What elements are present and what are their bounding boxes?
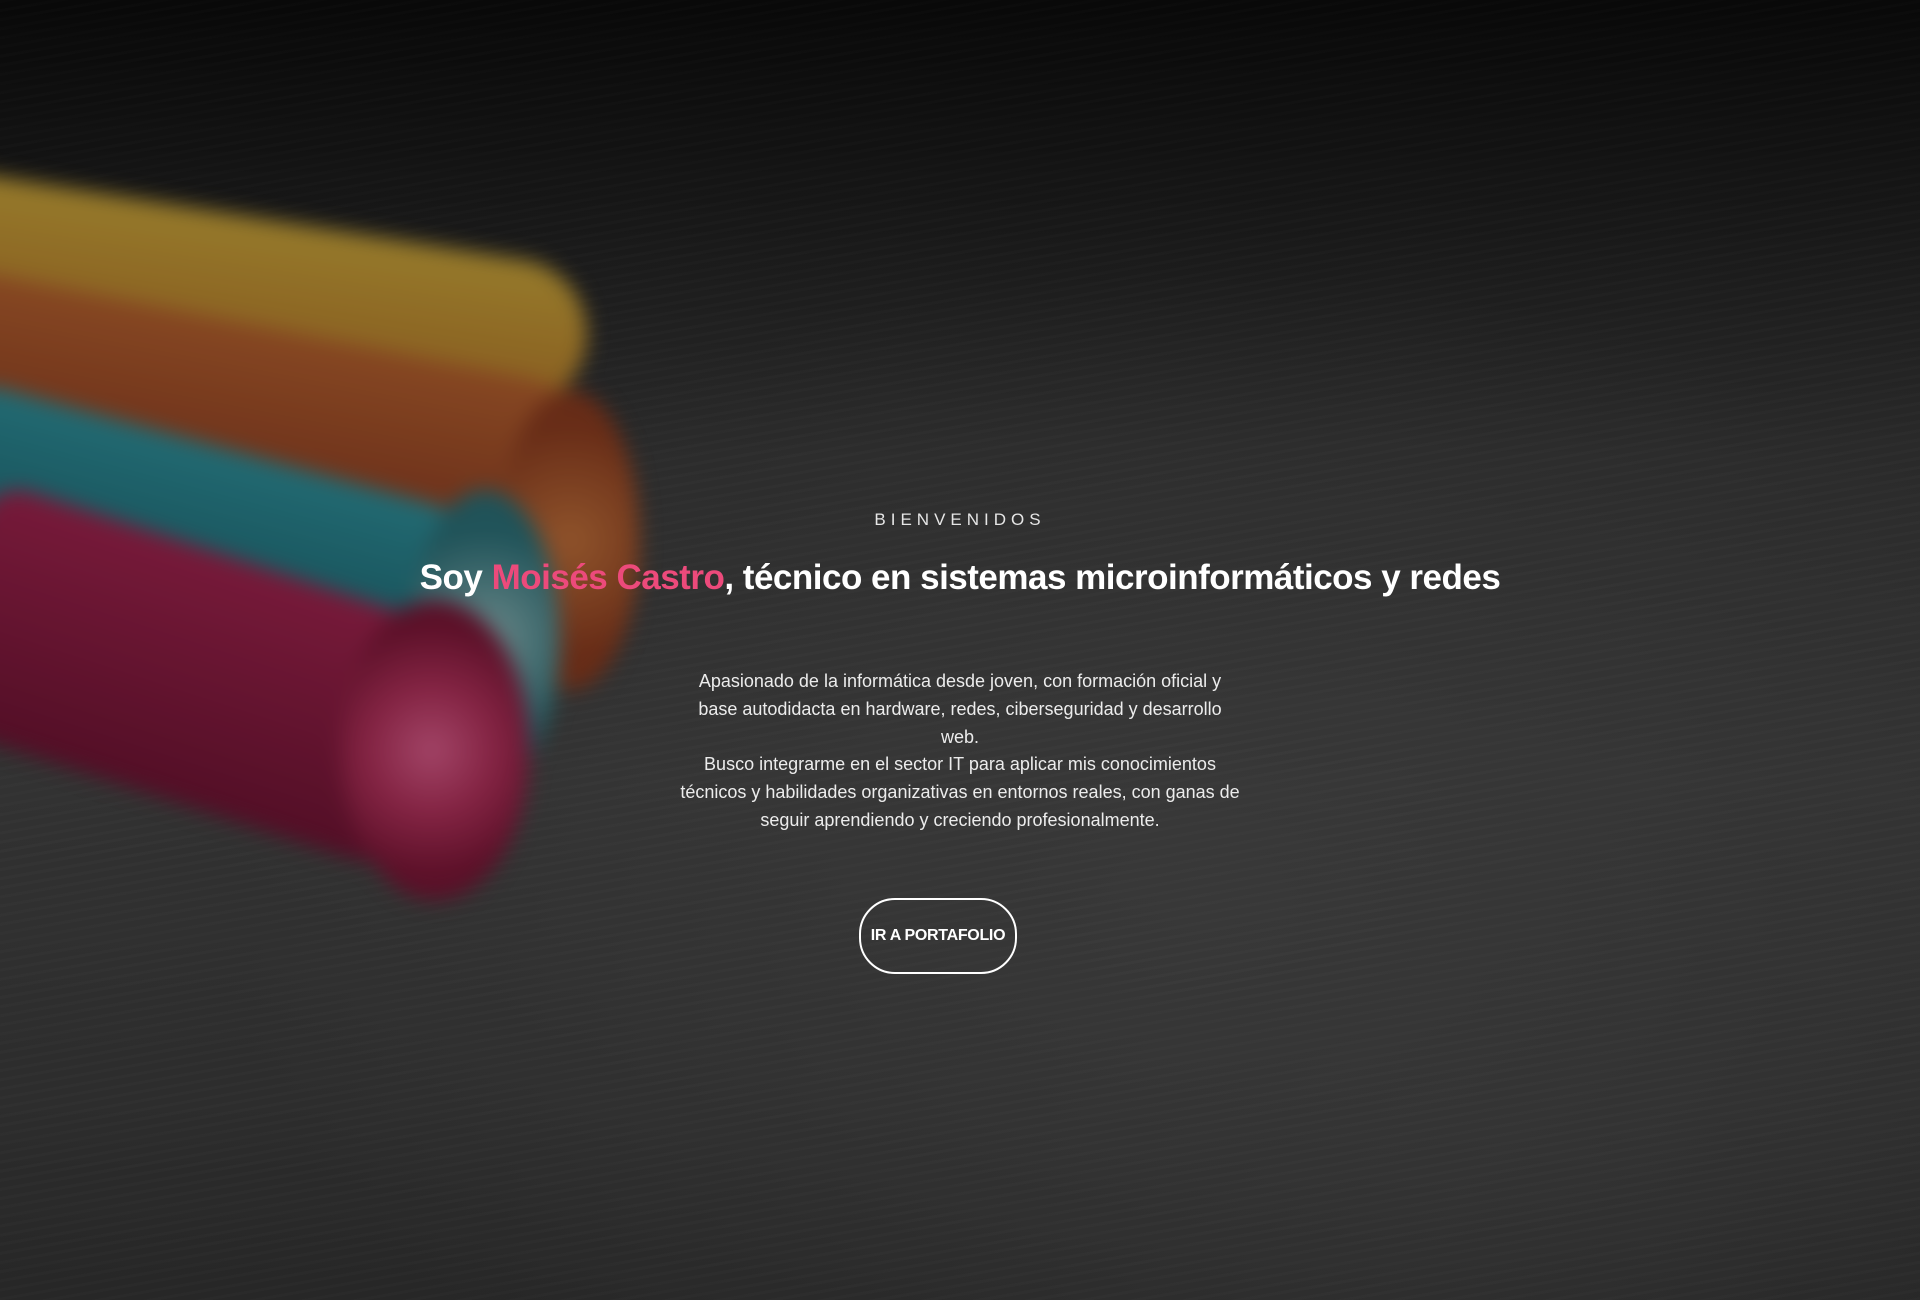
- hero-headline: Soy Moisés Castro, técnico en sistemas m…: [0, 558, 1920, 598]
- goal-paragraph: Busco integrarme en el sector IT para ap…: [680, 754, 1240, 830]
- welcome-eyebrow: BIENVENIDOS: [874, 510, 1046, 529]
- dark-overlay: [0, 0, 1920, 1300]
- portfolio-button[interactable]: IR A PORTAFOLIO: [859, 898, 1017, 974]
- headline-suffix: , técnico en sistemas microinformáticos …: [724, 558, 1501, 597]
- headline-name: Moisés Castro: [491, 558, 725, 597]
- headline-prefix: Soy: [419, 558, 492, 597]
- intro-paragraph: Apasionado de la informática desde joven…: [698, 671, 1222, 747]
- hero-section: BIENVENIDOS Soy Moisés Castro, técnico e…: [0, 0, 1920, 1300]
